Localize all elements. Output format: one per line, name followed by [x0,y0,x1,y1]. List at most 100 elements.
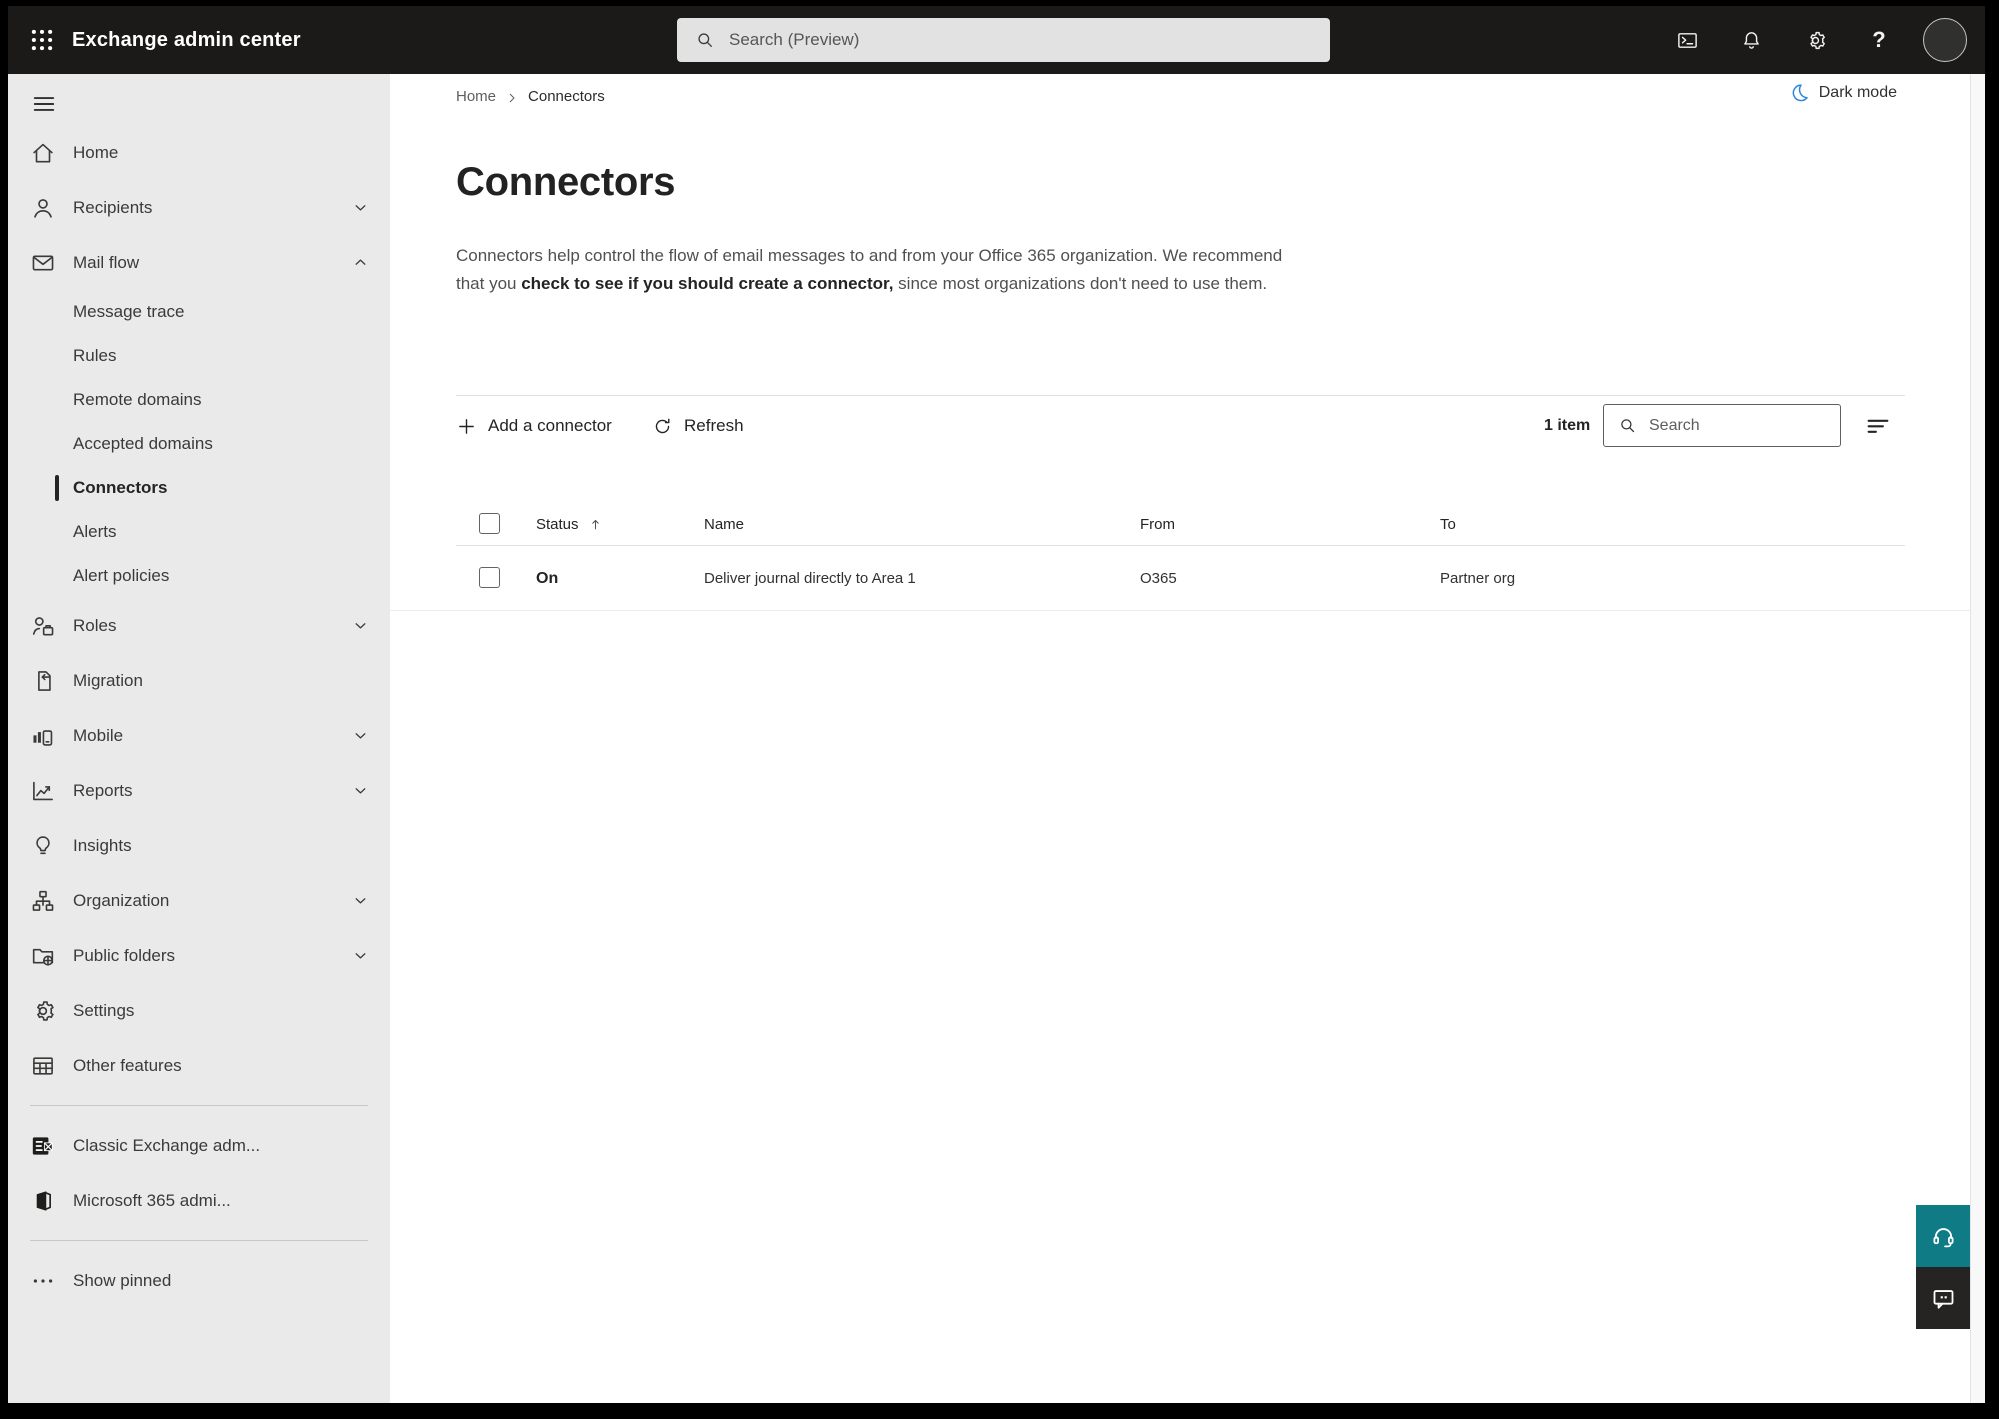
topbar-search-input[interactable] [729,30,1314,50]
select-all-checkbox[interactable] [479,513,500,534]
chevron-down-icon [351,891,370,910]
support-button[interactable] [1916,1205,1970,1267]
reports-icon [30,778,56,804]
question-mark-icon: ? [1872,27,1886,52]
table-row[interactable]: On Deliver journal directly to Area 1 O365… [390,546,1985,611]
sidebar-item-show-pinned[interactable]: Show pinned [8,1253,390,1308]
sidebar-item-settings[interactable]: Settings [8,983,390,1038]
sidebar-item-label: Classic Exchange adm... [73,1135,261,1155]
add-connector-button[interactable]: Add a connector [456,404,612,448]
sidebar-item-organization[interactable]: Organization [8,873,390,928]
person-icon [30,195,56,221]
row-checkbox[interactable] [479,567,500,588]
sidebar-item-label: Roles [73,615,117,635]
topbar: Exchange admin center ? [8,6,1985,74]
sidebar-item-accepted-domains[interactable]: Accepted domains [8,422,390,466]
public-folders-icon [30,943,56,969]
row-name-link[interactable]: Deliver journal directly to Area 1 [704,546,916,611]
sidebar-item-alert-policies[interactable]: Alert policies [8,554,390,598]
sidebar-item-reports[interactable]: Reports [8,763,390,818]
cloud-shell-button[interactable] [1667,20,1707,60]
page-description: Connectors help control the flow of emai… [456,242,1306,298]
dark-mode-toggle[interactable]: Dark mode [1789,82,1897,103]
topbar-search[interactable] [677,18,1330,62]
chevron-up-icon [351,253,370,272]
dark-mode-label: Dark mode [1818,83,1897,101]
sidebar-item-label: Alert policies [73,566,170,585]
sidebar-item-label: Message trace [73,302,185,321]
sidebar-item-connectors[interactable]: Connectors [8,466,390,510]
sidebar-item-rules[interactable]: Rules [8,334,390,378]
mobile-icon [30,723,56,749]
sidebar-item-label: Microsoft 365 admi... [73,1190,231,1210]
sidebar-item-public-folders[interactable]: Public folders [8,928,390,983]
sidebar-item-microsoft-365-admi[interactable]: Microsoft 365 admi... [8,1173,390,1228]
search-icon [695,30,715,50]
account-avatar[interactable] [1923,18,1967,62]
column-label: Status [536,516,579,533]
app-launcher-button[interactable] [18,16,66,64]
refresh-button[interactable]: Refresh [652,404,744,448]
ellipsis-icon [30,1268,56,1294]
breadcrumb: Home Connectors [456,88,605,105]
list-search-input[interactable] [1649,416,1856,435]
sidebar-item-label: Recipients [73,197,153,217]
sidebar-divider [30,1105,368,1106]
toolbar-divider [456,395,1905,396]
hamburger-icon [31,91,57,117]
topbar-actions: ? [1667,6,1967,74]
sidebar-item-mobile[interactable]: Mobile [8,708,390,763]
sidebar: Home Recipients Mail flow Message trace Rule… [8,74,390,1403]
row-status: On [536,569,559,587]
chevron-down-icon [351,616,370,635]
feedback-button[interactable] [1916,1267,1970,1329]
list-search-box[interactable] [1603,404,1856,447]
main-content: Home Connectors Dark mode Connectors Con… [390,74,1985,1403]
sidebar-item-alerts[interactable]: Alerts [8,510,390,554]
sidebar-item-label: Public folders [73,945,176,965]
row-to: Partner org [1440,570,1516,587]
app-title: Exchange admin center [72,28,301,51]
sidebar-item-label: Show pinned [73,1270,172,1290]
sidebar-item-label: Settings [73,1000,135,1020]
sort-ascending-icon [588,517,603,532]
sidebar-item-other-features[interactable]: Other features [8,1038,390,1093]
table-body: On Deliver journal directly to Area 1 O365… [390,546,1985,611]
sidebar-item-migration[interactable]: Migration [8,653,390,708]
notifications-button[interactable] [1731,20,1771,60]
column-header-name[interactable]: Name [704,504,744,545]
sidebar-item-label: Connectors [73,478,168,497]
sidebar-item-remote-domains[interactable]: Remote domains [8,378,390,422]
help-button[interactable]: ? [1859,20,1899,60]
breadcrumb-home-link[interactable]: Home [456,88,496,105]
sidebar-divider [30,1240,368,1241]
terminal-icon [1676,29,1699,52]
sidebar-item-mail-flow[interactable]: Mail flow [8,235,390,290]
filter-button[interactable] [1858,408,1898,444]
description-link[interactable]: check to see if you should create a conn… [521,274,893,293]
breadcrumb-current: Connectors [528,88,605,105]
sidebar-item-classic-exchange-adm[interactable]: Classic Exchange adm... [8,1118,390,1173]
sidebar-item-recipients[interactable]: Recipients [8,180,390,235]
moon-icon [1789,82,1810,103]
m365-icon [30,1188,56,1214]
other-features-icon [30,1053,56,1079]
sidebar-item-label: Rules [73,346,117,365]
scrollbar-track[interactable] [1970,74,1985,1403]
column-header-status[interactable]: Status [536,504,603,545]
chevron-right-icon [506,91,518,103]
nav-collapse-button[interactable] [24,84,64,124]
sidebar-item-label: Other features [73,1055,182,1075]
table-header: Status Name From To [390,504,1985,545]
floating-buttons [1916,1205,1970,1329]
sidebar-item-message-trace[interactable]: Message trace [8,290,390,334]
settings-button[interactable] [1795,20,1835,60]
sidebar-item-label: Accepted domains [73,434,213,453]
sidebar-item-insights[interactable]: Insights [8,818,390,873]
column-header-from[interactable]: From [1140,504,1175,545]
bell-icon [1740,29,1763,52]
app-launcher-icon [29,27,55,53]
sidebar-item-home[interactable]: Home [8,125,390,180]
sidebar-item-roles[interactable]: Roles [8,598,390,653]
column-header-to[interactable]: To [1440,504,1456,545]
